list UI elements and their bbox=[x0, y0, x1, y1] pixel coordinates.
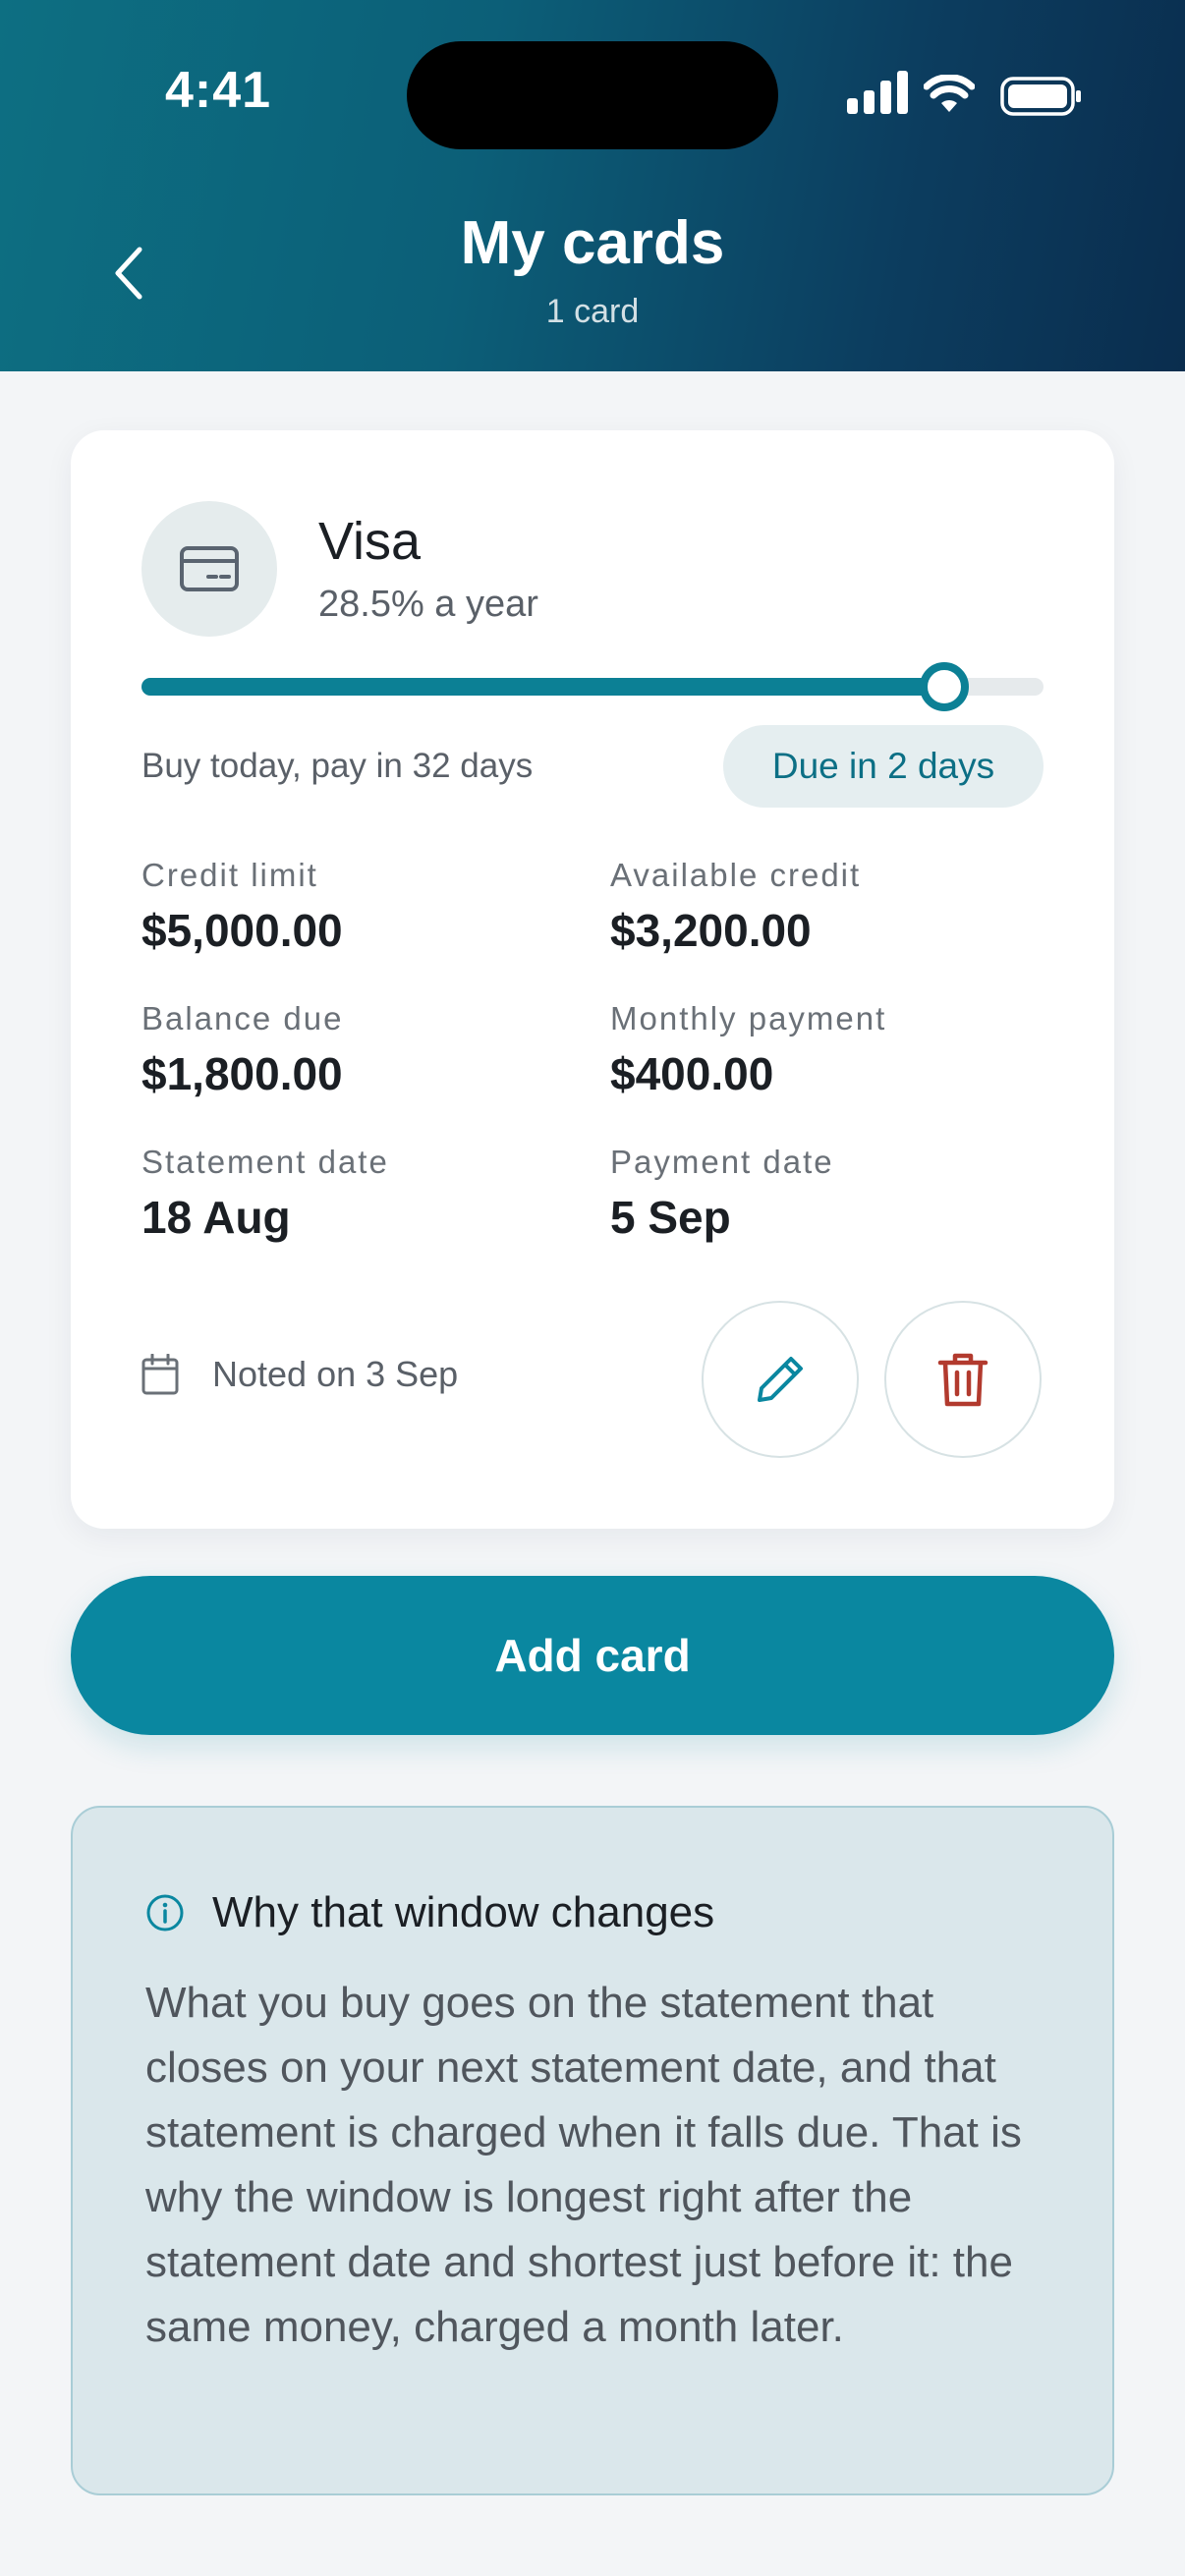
field-value: 18 Aug bbox=[141, 1192, 291, 1243]
calendar-icon bbox=[141, 1354, 179, 1395]
status-time: 4:41 bbox=[165, 62, 272, 119]
edit-card-button[interactable] bbox=[702, 1301, 859, 1458]
noted-date: Noted on 3 Sep bbox=[141, 1354, 458, 1395]
info-body: What you buy goes on the statement that … bbox=[145, 1979, 1022, 2351]
wifi-icon bbox=[924, 75, 975, 112]
field-available-credit: Available credit $3,200.00 bbox=[610, 857, 861, 957]
card-rate: 28.5% a year bbox=[318, 584, 538, 625]
page-subtitle: 1 card bbox=[545, 293, 640, 330]
field-value: $5,000.00 bbox=[141, 905, 343, 956]
card-avatar bbox=[141, 501, 277, 637]
info-title: Why that window changes bbox=[212, 1888, 715, 1936]
field-payment-date: Payment date 5 Sep bbox=[610, 1144, 834, 1244]
info-panel: Why that window changes What you buy goe… bbox=[71, 1806, 1114, 2495]
field-balance-due: Balance due $1,800.00 bbox=[141, 1000, 343, 1100]
field-label: Credit limit bbox=[141, 857, 318, 893]
add-card-button[interactable]: Add card bbox=[71, 1576, 1114, 1735]
field-label: Monthly payment bbox=[610, 1000, 887, 1036]
battery-icon bbox=[1000, 77, 1081, 116]
dynamic-island bbox=[407, 41, 778, 149]
pay-window-note: Buy today, pay in 32 days bbox=[141, 747, 534, 785]
info-header: Why that window changes bbox=[145, 1888, 714, 1937]
field-statement-date: Statement date 18 Aug bbox=[141, 1144, 389, 1244]
header: 4:41 My cards 1 card bbox=[0, 0, 1185, 371]
due-badge: Due in 2 days bbox=[723, 725, 1044, 808]
payment-window-knob bbox=[920, 662, 970, 711]
trash-icon bbox=[937, 1353, 988, 1407]
noted-label: Noted on 3 Sep bbox=[212, 1354, 459, 1394]
card-visa: Visa 28.5% a year Buy today, pay in 32 d… bbox=[71, 430, 1114, 1529]
field-value: $400.00 bbox=[610, 1048, 774, 1099]
credit-card-icon bbox=[180, 546, 239, 591]
payment-window-bar bbox=[141, 662, 1044, 711]
field-value: 5 Sep bbox=[610, 1192, 731, 1243]
field-monthly-payment: Monthly payment $400.00 bbox=[610, 1000, 886, 1100]
field-credit-limit: Credit limit $5,000.00 bbox=[141, 857, 343, 957]
info-icon bbox=[146, 1894, 184, 1932]
page-title: My cards bbox=[460, 209, 725, 277]
field-value: $1,800.00 bbox=[141, 1048, 343, 1099]
pencil-icon bbox=[758, 1357, 803, 1402]
field-label: Available credit bbox=[610, 857, 862, 893]
field-label: Payment date bbox=[610, 1144, 834, 1180]
field-label: Statement date bbox=[141, 1144, 389, 1180]
field-value: $3,200.00 bbox=[610, 905, 812, 956]
field-label: Balance due bbox=[141, 1000, 344, 1036]
delete-card-button[interactable] bbox=[884, 1301, 1042, 1458]
card-name: Visa bbox=[318, 512, 422, 571]
payment-window-fill bbox=[141, 678, 945, 696]
